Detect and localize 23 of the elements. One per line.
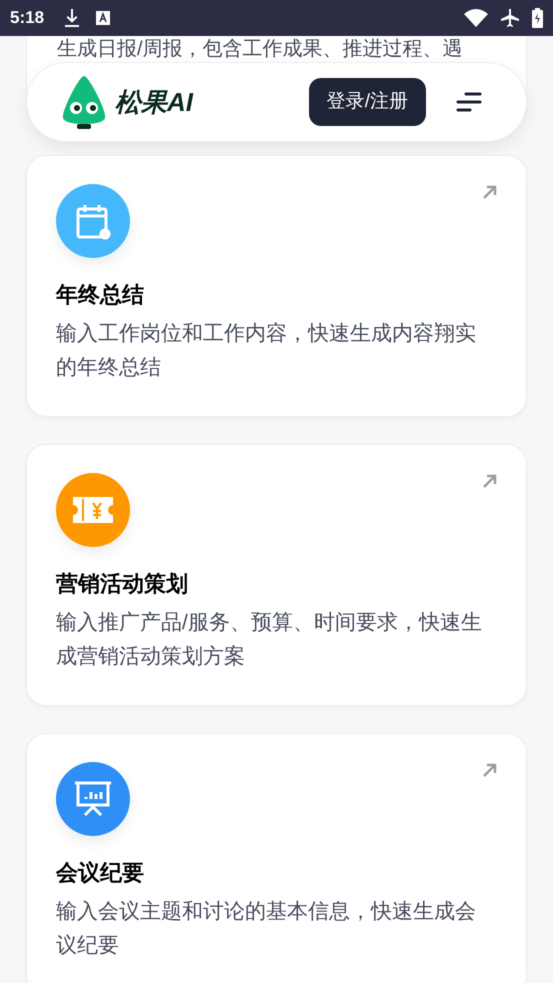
login-button[interactable]: 登录/注册 [308,78,426,126]
menu-icon[interactable] [456,92,482,112]
arrow-icon [482,184,498,200]
feature-card[interactable]: 会议纪要 输入会议主题和讨论的基本信息，快速生成会议纪要 [26,733,527,983]
arrow-icon [482,762,498,778]
card-title: 营销活动策划 [56,570,189,598]
arrow-icon [482,473,498,489]
card-title: 年终总结 [56,281,145,309]
download-icon [64,9,80,27]
airplane-icon [500,8,520,28]
brand-name: 松果AI [115,86,193,118]
card-description: 输入会议主题和讨论的基本信息，快速生成会议纪要 [56,899,477,959]
status-time: 5:18 [10,7,44,30]
feature-card[interactable]: 年终总结 输入工作岗位和工作内容，快速生成内容翔实的年终总结 [26,155,527,417]
card-description: 生成日报/周报，包含工作成果、推进过程、遇 [56,37,464,61]
card-description: 输入推广产品/服务、预算、时间要求，快速生成营销活动策划方案 [56,610,483,670]
wifi-icon [464,9,488,27]
card-title: 会议纪要 [56,859,145,887]
card-description: 输入工作岗位和工作内容，快速生成内容翔实的年终总结 [56,321,477,381]
feature-card[interactable]: 营销活动策划 输入推广产品/服务、预算、时间要求，快速生成营销活动策划方案 [26,444,527,706]
battery-icon [532,8,543,28]
keyboard-icon [96,11,110,25]
logo-icon [61,74,107,130]
